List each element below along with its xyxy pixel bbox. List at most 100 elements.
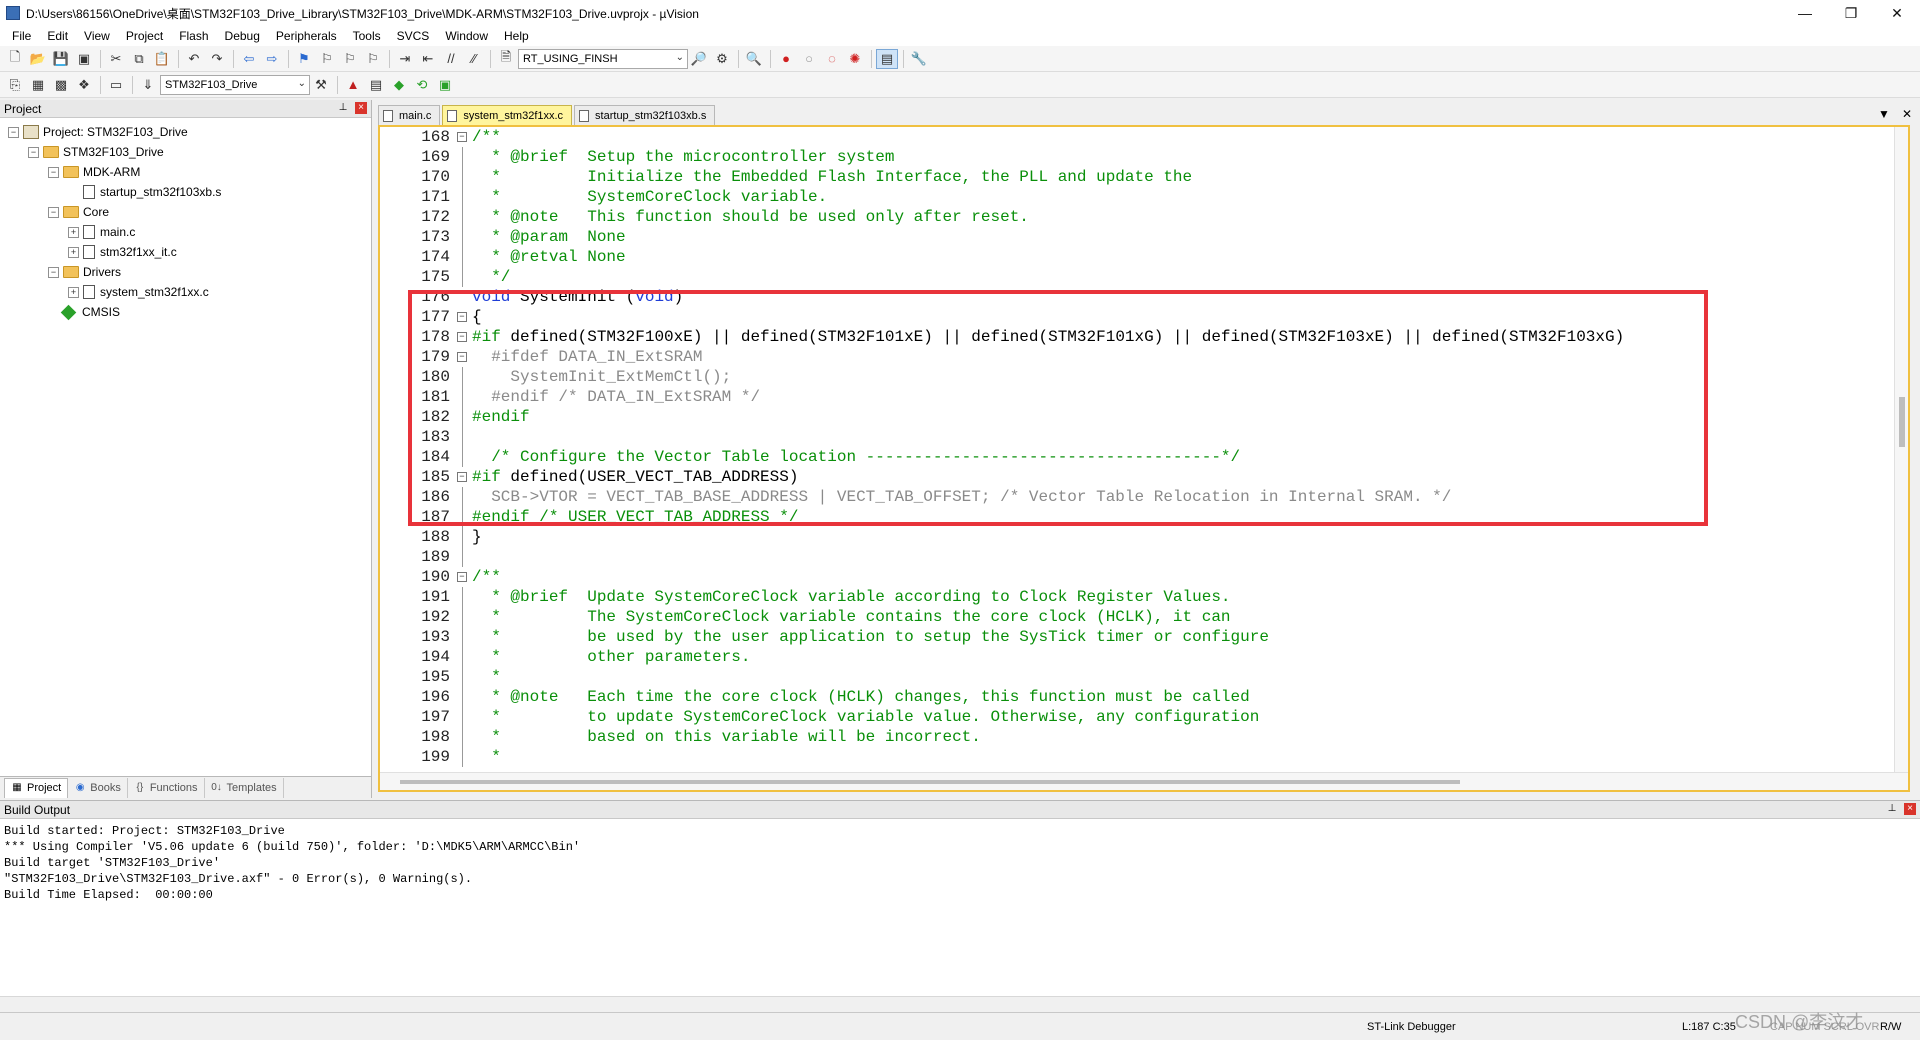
breakpoint-enable-icon[interactable]: ○ <box>798 49 820 69</box>
code-line[interactable]: 196 * @note Each time the core clock (HC… <box>380 687 1896 707</box>
find-icon[interactable]: 🔎 <box>688 49 710 69</box>
code-line[interactable]: 183 <box>380 427 1896 447</box>
tree-item-file[interactable]: + system_stm32f1xx.c <box>0 282 371 302</box>
code-line[interactable]: 192 * The SystemCoreClock variable conta… <box>380 607 1896 627</box>
code-line[interactable]: 190−/** <box>380 567 1896 587</box>
menu-project[interactable]: Project <box>118 26 171 46</box>
fold-collapse-icon[interactable]: − <box>457 352 467 362</box>
configure-icon[interactable]: 🔧 <box>908 49 930 69</box>
tab-startup-s[interactable]: startup_stm32f103xb.s <box>574 105 716 125</box>
close-icon[interactable]: × <box>1904 803 1916 815</box>
pack-installer-icon[interactable]: ▣ <box>434 75 456 95</box>
code-line[interactable]: 172 * @note This function should be used… <box>380 207 1896 227</box>
menu-help[interactable]: Help <box>496 26 537 46</box>
fold-collapse-icon[interactable]: − <box>457 572 467 582</box>
tree-item-cmsis[interactable]: CMSIS <box>0 302 371 322</box>
expand-icon[interactable]: + <box>68 286 79 298</box>
pin-icon[interactable]: ⊥ <box>337 102 349 114</box>
fold-gutter[interactable]: − <box>454 572 470 582</box>
menu-edit[interactable]: Edit <box>39 26 76 46</box>
close-button[interactable]: ✕ <box>1874 0 1920 26</box>
maximize-button[interactable]: ❐ <box>1828 0 1874 26</box>
code-line[interactable]: 169 * @brief Setup the microcontroller s… <box>380 147 1896 167</box>
select-packs-icon[interactable]: ⟲ <box>411 75 433 95</box>
bookmark-prev-icon[interactable]: ⚐ <box>316 49 338 69</box>
code-line[interactable]: 193 * be used by the user application to… <box>380 627 1896 647</box>
tab-templates[interactable]: 0↓ Templates <box>205 777 284 798</box>
redo-icon[interactable]: ↷ <box>206 49 228 69</box>
tab-books[interactable]: ◉ Books <box>68 777 128 798</box>
collapse-icon[interactable]: − <box>8 126 19 138</box>
editor-horizontal-scrollbar[interactable] <box>380 772 1908 790</box>
code-line[interactable]: 197 * to update SystemCoreClock variable… <box>380 707 1896 727</box>
bookmark-next-icon[interactable]: ⚐ <box>339 49 361 69</box>
tree-item-file[interactable]: + main.c <box>0 222 371 242</box>
menu-view[interactable]: View <box>76 26 118 46</box>
code-line[interactable]: 178− #if defined(STM32F100xE) || defined(… <box>380 327 1896 347</box>
build-horizontal-scrollbar[interactable] <box>0 996 1920 1010</box>
tree-item-project[interactable]: − Project: STM32F103_Drive <box>0 122 371 142</box>
bookmark-clear-icon[interactable]: ⚐ <box>362 49 384 69</box>
scrollbar-thumb[interactable] <box>1899 397 1905 447</box>
breakpoint-insert-icon[interactable]: ● <box>775 49 797 69</box>
tree-item-group-mdk-arm[interactable]: − MDK-ARM <box>0 162 371 182</box>
batch-build-icon[interactable]: ❖ <box>73 75 95 95</box>
code-line[interactable]: 173 * @param None <box>380 227 1896 247</box>
tab-system-stm32f1xx-c[interactable]: system_stm32f1xx.c <box>442 105 573 125</box>
code-line[interactable]: 191 * @brief Update SystemCoreClock vari… <box>380 587 1896 607</box>
menu-flash[interactable]: Flash <box>171 26 216 46</box>
stop-build-icon[interactable]: ▭ <box>105 75 127 95</box>
fold-collapse-icon[interactable]: − <box>457 472 467 482</box>
download-icon[interactable]: ⇓ <box>137 75 159 95</box>
fold-gutter[interactable]: − <box>454 332 470 342</box>
build-output-text[interactable]: Build started: Project: STM32F103_Drive … <box>0 819 1920 907</box>
code-line[interactable]: 170 * Initialize the Embedded Flash Inte… <box>380 167 1896 187</box>
tree-item-group-drivers[interactable]: − Drivers <box>0 262 371 282</box>
code-line[interactable]: 189 <box>380 547 1896 567</box>
tree-item-file[interactable]: + stm32f1xx_it.c <box>0 242 371 262</box>
define-combo[interactable]: RT_USING_FINSH ⌄ <box>518 48 688 69</box>
save-icon[interactable]: 💾 <box>50 49 72 69</box>
scrollbar-thumb[interactable] <box>400 780 1460 784</box>
new-file-icon[interactable]: 🗋 <box>4 49 26 69</box>
file-extensions-icon[interactable]: ▤ <box>365 75 387 95</box>
fold-collapse-icon[interactable]: − <box>457 132 467 142</box>
cut-icon[interactable]: ✂ <box>105 49 127 69</box>
editor-vertical-scrollbar[interactable] <box>1894 127 1908 772</box>
collapse-icon[interactable]: − <box>48 206 59 218</box>
tree-item-file[interactable]: startup_stm32f103xb.s <box>0 182 371 202</box>
close-icon[interactable]: × <box>355 102 367 114</box>
minimize-button[interactable]: — <box>1782 0 1828 26</box>
code-line[interactable]: 188} <box>380 527 1896 547</box>
undo-icon[interactable]: ↶ <box>183 49 205 69</box>
pin-icon[interactable]: ⊥ <box>1886 803 1898 815</box>
code-editor[interactable]: 168−/** 169 * @brief Setup the microcontr… <box>378 125 1910 792</box>
fold-gutter[interactable]: − <box>454 132 470 142</box>
collapse-icon[interactable]: − <box>48 266 59 278</box>
window-layout-icon[interactable]: ▤ <box>876 48 898 69</box>
code-line[interactable]: 194 * other parameters. <box>380 647 1896 667</box>
code-line[interactable]: 185− #if defined(USER_VECT_TAB_ADDRESS) <box>380 467 1896 487</box>
fold-collapse-icon[interactable]: − <box>457 312 467 322</box>
tab-functions[interactable]: {} Functions <box>128 777 205 798</box>
manage-components-icon[interactable]: ▲ <box>342 75 364 95</box>
fold-gutter[interactable]: − <box>454 312 470 322</box>
code-line[interactable]: 184 /* Configure the Vector Table locati… <box>380 447 1896 467</box>
menu-file[interactable]: File <box>4 26 39 46</box>
uncomment-icon[interactable]: ⁄⁄ <box>463 49 485 69</box>
indent-icon[interactable]: ⇥ <box>394 49 416 69</box>
code-line[interactable]: 171 * SystemCoreClock variable. <box>380 187 1896 207</box>
code-line[interactable]: 176 void SystemInit (void) <box>380 287 1896 307</box>
menu-peripherals[interactable]: Peripherals <box>268 26 345 46</box>
nav-forward-icon[interactable]: ⇨ <box>261 49 283 69</box>
target-options-icon[interactable]: ⚒ <box>310 75 332 95</box>
code-line[interactable]: 180 SystemInit_ExtMemCtl(); <box>380 367 1896 387</box>
menu-debug[interactable]: Debug <box>217 26 268 46</box>
code-line[interactable]: 199 * <box>380 747 1896 767</box>
fold-gutter[interactable]: − <box>454 472 470 482</box>
build-icon[interactable]: ▦ <box>27 75 49 95</box>
fold-gutter[interactable]: − <box>454 352 470 362</box>
expand-icon[interactable]: + <box>68 246 79 258</box>
breakpoint-disable-icon[interactable]: ◌ <box>821 49 843 69</box>
target-combo[interactable]: STM32F103_Drive ⌄ <box>160 74 310 95</box>
